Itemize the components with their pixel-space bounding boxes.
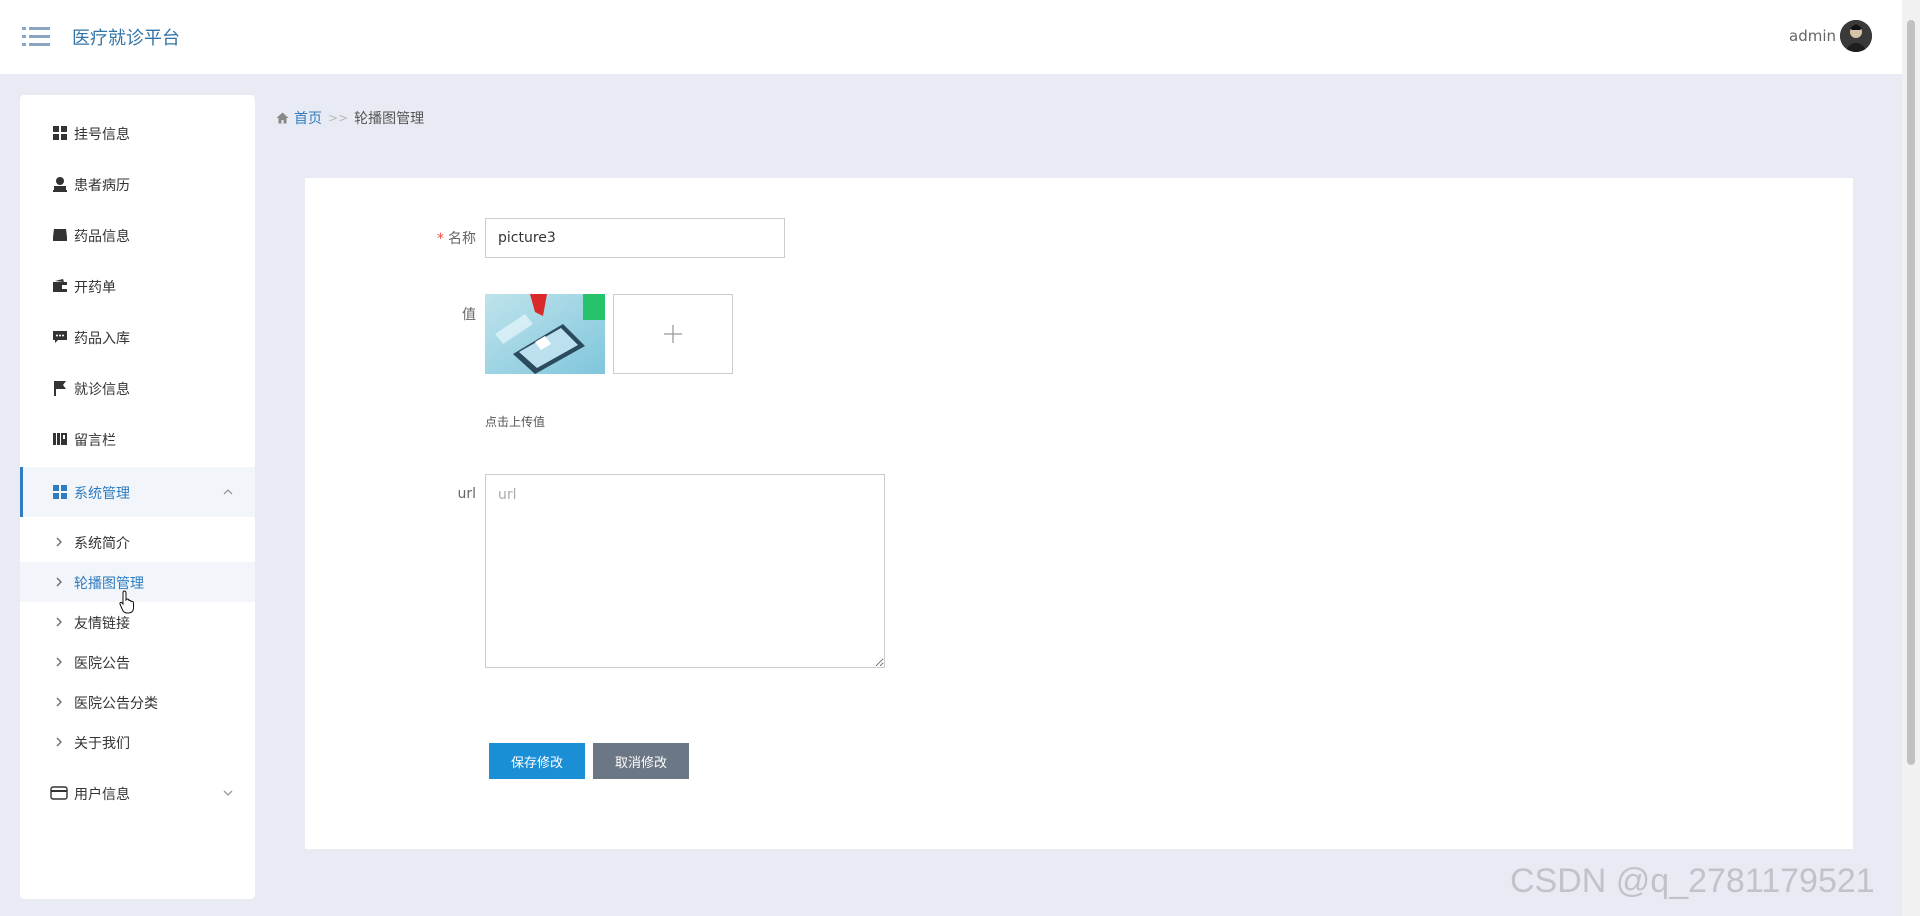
sidebar-item-patient-records[interactable]: 患者病历: [20, 159, 255, 209]
sidebar-item-prescription[interactable]: 开药单: [20, 261, 255, 311]
name-label: * 名称: [430, 228, 476, 248]
chevron-up-icon: [223, 489, 233, 495]
sidebar-item-drug-info[interactable]: 药品信息: [20, 210, 255, 260]
sidebar-subitem-carousel-management[interactable]: 轮播图管理: [20, 562, 255, 602]
sidebar-item-system-management[interactable]: 系统管理: [20, 467, 255, 517]
plus-icon: [664, 325, 682, 343]
chevron-right-icon: [56, 537, 62, 547]
grid-icon: [53, 126, 67, 140]
breadcrumb-home-link[interactable]: 首页: [294, 108, 322, 128]
flag-icon: [54, 381, 66, 396]
sidebar-item-drug-storage[interactable]: 药品入库: [20, 312, 255, 362]
sidebar-subitem-friend-links[interactable]: 友情链接: [20, 602, 255, 642]
value-label: 值: [462, 307, 476, 323]
chevron-right-icon: [56, 657, 62, 667]
image-thumbnail-icon: [485, 294, 605, 374]
name-input[interactable]: [485, 218, 785, 258]
wallet-icon: [53, 279, 67, 292]
comment-icon: [53, 331, 67, 343]
url-label: url: [457, 486, 476, 502]
sidebar-item-messages[interactable]: 留言栏: [20, 414, 255, 464]
sidebar-item-label: 就诊信息: [74, 382, 130, 398]
chevron-right-icon: [56, 577, 62, 587]
hand-cursor-icon: [119, 590, 134, 614]
sidebar-subitem-label: 医院公告: [74, 656, 130, 672]
chevron-right-icon: [56, 617, 62, 627]
sidebar-subitem-system-intro[interactable]: 系统简介: [20, 522, 255, 562]
user-name[interactable]: admin: [1789, 27, 1836, 45]
inbox-icon: [53, 229, 67, 241]
breadcrumb-separator: >>: [328, 111, 349, 125]
sidebar-item-user-info[interactable]: 用户信息: [20, 768, 255, 818]
sidebar-item-label: 开药单: [74, 280, 116, 296]
sidebar-item-label: 挂号信息: [74, 127, 130, 143]
sidebar-subitem-hospital-notice[interactable]: 医院公告: [20, 642, 255, 682]
image-upload-button[interactable]: [613, 294, 733, 374]
required-mark: *: [437, 231, 444, 247]
avatar-icon: [1840, 20, 1872, 52]
chevron-right-icon: [56, 697, 62, 707]
sidebar-item-label: 用户信息: [74, 787, 130, 803]
sidebar-item-registration[interactable]: 挂号信息: [20, 108, 255, 158]
url-textarea[interactable]: [485, 474, 885, 668]
grid-icon: [53, 485, 67, 499]
breadcrumb: 首页 >> 轮播图管理: [276, 108, 424, 128]
top-header: 医疗就诊平台 admin: [0, 0, 1902, 74]
page-scrollbar[interactable]: [1902, 0, 1920, 916]
sidebar-item-label: 患者病历: [74, 178, 130, 194]
card-icon: [50, 786, 68, 800]
home-icon: [276, 112, 289, 124]
sidebar-item-label: 药品信息: [74, 229, 130, 245]
chevron-down-icon: [223, 790, 233, 796]
scrollbar-thumb[interactable]: [1907, 20, 1915, 765]
sidebar-subitem-label: 友情链接: [74, 616, 130, 632]
sidebar-item-label: 系统管理: [74, 486, 130, 502]
sidebar: 挂号信息 患者病历 药品信息 开药单 药品入库 就诊信息 留言栏 系统管理 系统…: [20, 95, 255, 899]
upload-hint: 点击上传值: [485, 415, 546, 429]
avatar[interactable]: [1840, 20, 1872, 52]
sidebar-item-label: 留言栏: [74, 433, 116, 449]
breadcrumb-current: 轮播图管理: [354, 111, 425, 127]
name-label-text: 名称: [448, 231, 476, 247]
cancel-button[interactable]: 取消修改: [593, 743, 689, 779]
chevron-right-icon: [56, 737, 62, 747]
sidebar-subitem-label: 系统简介: [74, 536, 130, 552]
user-icon: [53, 177, 67, 192]
book-icon: [53, 433, 67, 445]
sidebar-subitem-notice-category[interactable]: 医院公告分类: [20, 682, 255, 722]
app-title: 医疗就诊平台: [72, 28, 180, 49]
menu-toggle-icon[interactable]: [22, 25, 50, 49]
sidebar-subitem-label: 医院公告分类: [74, 696, 158, 712]
sidebar-subitem-about-us[interactable]: 关于我们: [20, 722, 255, 762]
save-button[interactable]: 保存修改: [489, 743, 585, 779]
sidebar-subitem-label: 关于我们: [74, 736, 130, 752]
uploaded-image-thumbnail[interactable]: [485, 294, 605, 374]
watermark: CSDN @q_2781179521: [1510, 862, 1875, 900]
sidebar-item-label: 药品入库: [74, 331, 130, 347]
sidebar-item-visits[interactable]: 就诊信息: [20, 363, 255, 413]
